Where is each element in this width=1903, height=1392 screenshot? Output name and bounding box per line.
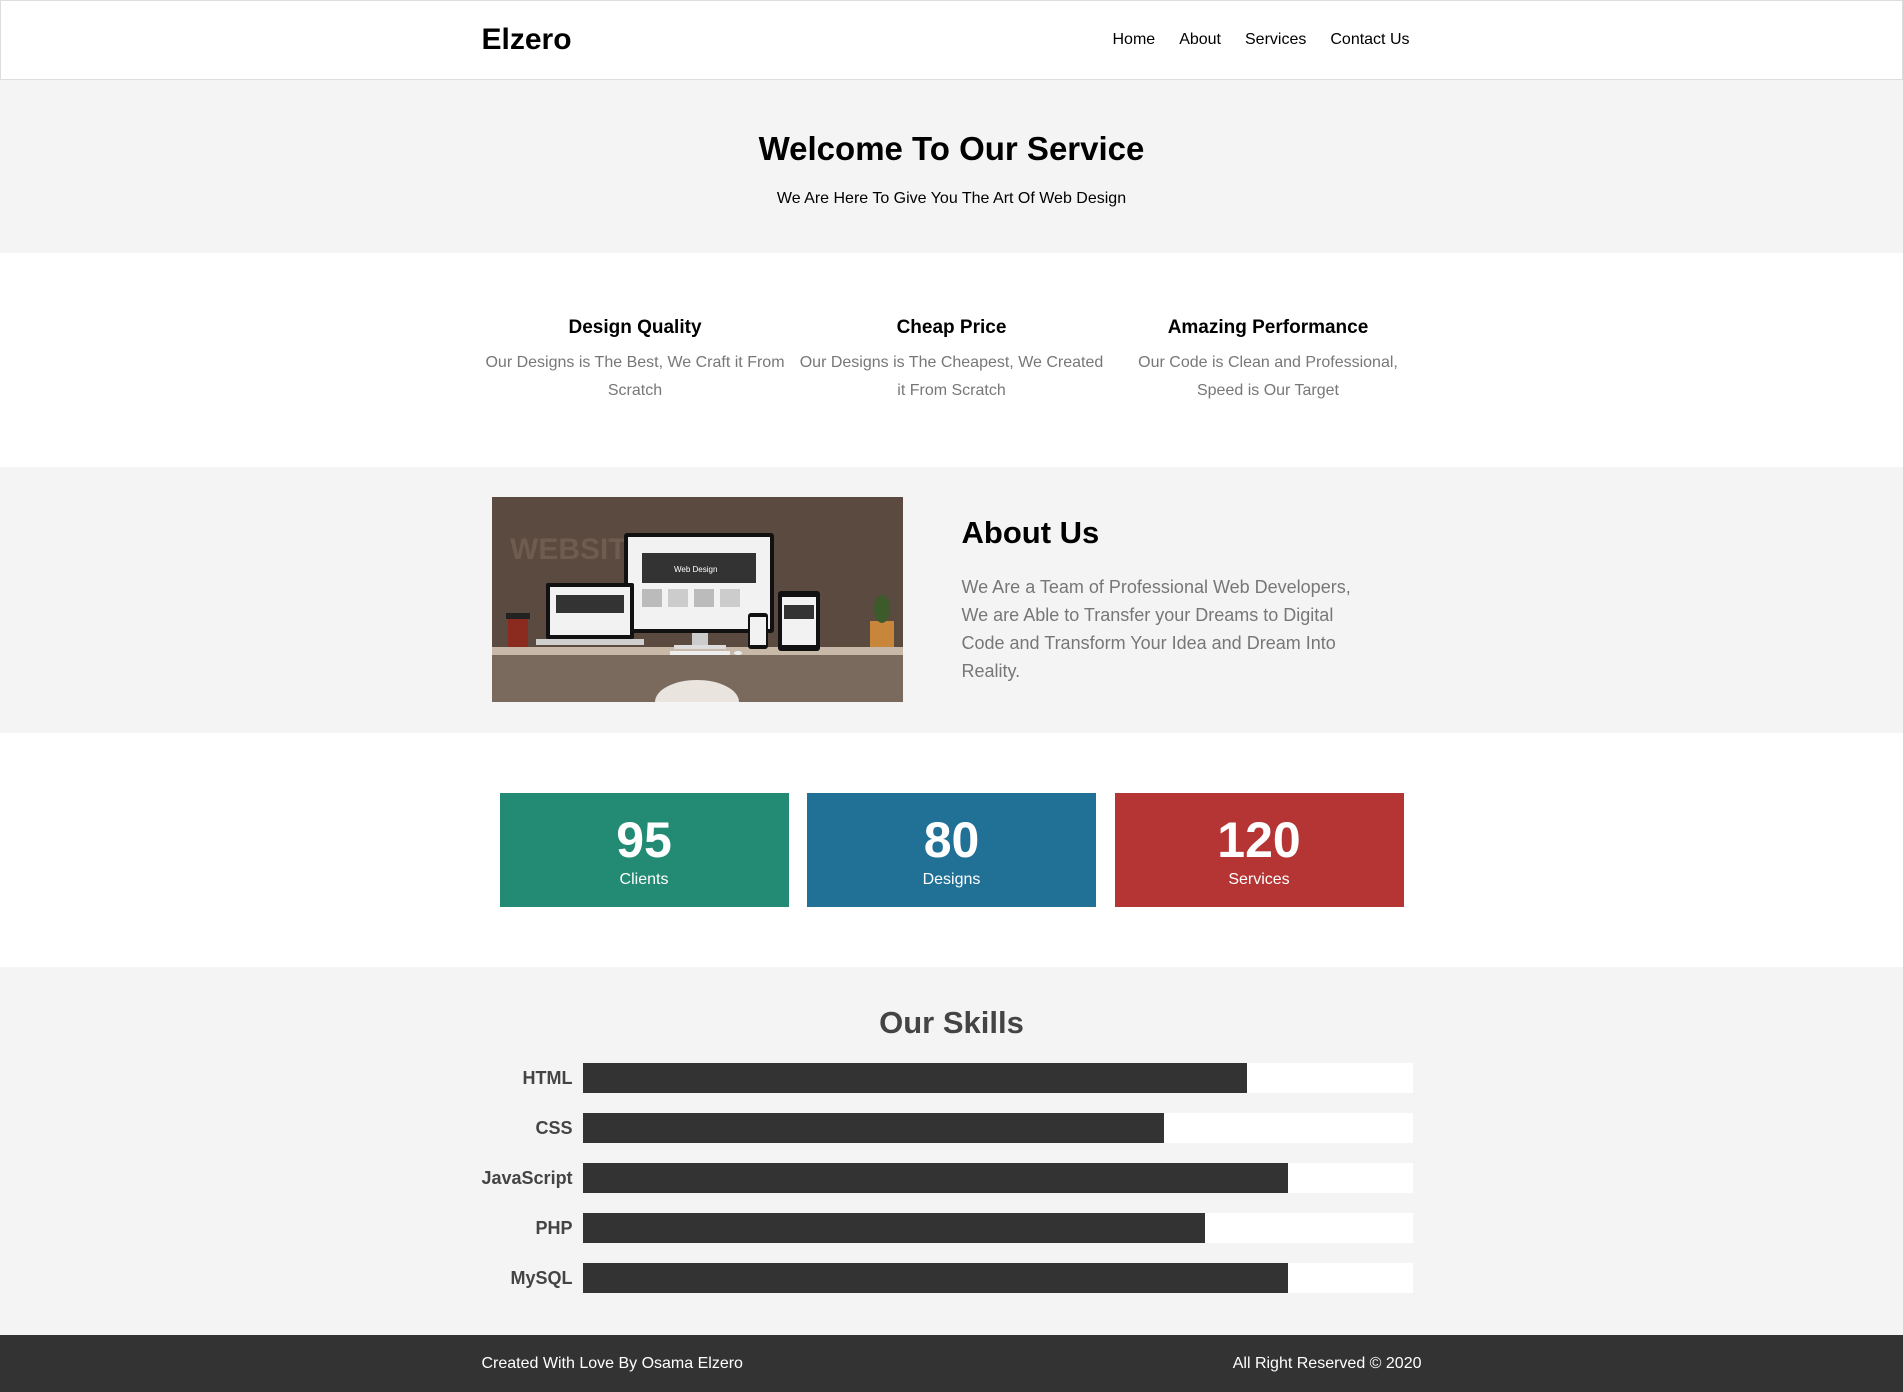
stat-services: 120 Services xyxy=(1114,793,1404,907)
feature-title: Cheap Price xyxy=(896,317,1007,338)
about-image: WEBSITE Web Design xyxy=(491,497,903,702)
stat-clients: 95 Clients xyxy=(499,793,789,907)
stat-designs: 80 Designs xyxy=(807,793,1096,907)
stat-label: Services xyxy=(1228,871,1290,888)
about-text-block: About Us We Are a Team of Professional W… xyxy=(962,497,1372,702)
feature-text: Our Designs is The Best, We Craft it Fro… xyxy=(485,354,785,399)
skill-progress-fill xyxy=(582,1163,1288,1193)
skills-section: Our Skills HTML CSS JavaScript PHP MySQL xyxy=(0,967,1903,1335)
skill-progress-fill xyxy=(582,1113,1164,1143)
site-footer: Created With Love By Osama Elzero All Ri… xyxy=(0,1335,1903,1392)
skill-row-javascript: JavaScript xyxy=(482,1163,1422,1193)
skill-row-php: PHP xyxy=(482,1213,1422,1243)
stat-number: 95 xyxy=(616,812,672,868)
landing-section: Welcome To Our Service We Are Here To Gi… xyxy=(0,80,1903,253)
feature-amazing-performance: Amazing Performance Our Code is Clean an… xyxy=(1115,317,1422,405)
skill-row-html: HTML xyxy=(482,1063,1422,1093)
skill-progress-bar xyxy=(582,1063,1413,1093)
feature-text: Our Designs is The Cheapest, We Created … xyxy=(799,354,1104,399)
site-logo[interactable]: Elzero xyxy=(482,23,572,57)
skill-progress-bar xyxy=(582,1213,1413,1243)
landing-subtitle: We Are Here To Give You The Art Of Web D… xyxy=(776,190,1127,207)
skill-progress-bar xyxy=(582,1163,1413,1193)
feature-cheap-price: Cheap Price Our Designs is The Cheapest,… xyxy=(798,317,1105,405)
skill-progress-bar xyxy=(582,1113,1413,1143)
stat-label: Clients xyxy=(619,871,669,888)
stats-section: 95 Clients 80 Designs 120 Services xyxy=(0,733,1903,967)
nav-contact-link[interactable]: Contact Us xyxy=(1318,31,1421,49)
about-description: We Are a Team of Professional Web Develo… xyxy=(961,577,1351,681)
skill-progress-fill xyxy=(582,1213,1205,1243)
skill-name: PHP xyxy=(535,1217,573,1238)
about-section: WEBSITE Web Design About Us We Are a Tea… xyxy=(0,467,1903,733)
about-title: About Us xyxy=(961,515,1100,550)
skill-progress-bar xyxy=(582,1263,1413,1293)
skill-progress-fill xyxy=(582,1263,1288,1293)
feature-design-quality: Design Quality Our Designs is The Best, … xyxy=(482,317,789,405)
feature-title: Amazing Performance xyxy=(1167,317,1369,338)
image-web-design-text: Web Design xyxy=(674,565,717,574)
stat-number: 80 xyxy=(923,812,980,868)
main-nav: Home About Services Contact Us xyxy=(1101,31,1422,49)
site-header: Elzero Home About Services Contact Us xyxy=(0,0,1903,80)
feature-text: Our Code is Clean and Professional, Spee… xyxy=(1138,354,1398,399)
devices-illustration: WEBSITE Web Design xyxy=(491,497,903,702)
skill-name: JavaScript xyxy=(481,1167,573,1188)
stat-number: 120 xyxy=(1217,812,1301,868)
skill-row-mysql: MySQL xyxy=(482,1263,1422,1293)
skill-name: HTML xyxy=(522,1067,573,1088)
nav-about-link[interactable]: About xyxy=(1167,31,1233,49)
skill-progress-fill xyxy=(582,1063,1247,1093)
nav-home-link[interactable]: Home xyxy=(1101,31,1168,49)
landing-title: Welcome To Our Service xyxy=(758,130,1145,167)
footer-credit: Created With Love By Osama Elzero xyxy=(481,1354,743,1372)
footer-copyright: All Right Reserved © 2020 xyxy=(1232,1354,1422,1372)
skills-list: HTML CSS JavaScript PHP MySQL xyxy=(482,1063,1422,1293)
skill-name: MySQL xyxy=(510,1267,573,1288)
nav-services-link[interactable]: Services xyxy=(1233,31,1318,49)
stat-label: Designs xyxy=(922,871,981,888)
skills-title: Our Skills xyxy=(879,1005,1024,1040)
skill-name: CSS xyxy=(535,1117,573,1138)
feature-title: Design Quality xyxy=(568,317,702,338)
features-section: Design Quality Our Designs is The Best, … xyxy=(0,253,1903,467)
skill-row-css: CSS xyxy=(482,1113,1422,1143)
